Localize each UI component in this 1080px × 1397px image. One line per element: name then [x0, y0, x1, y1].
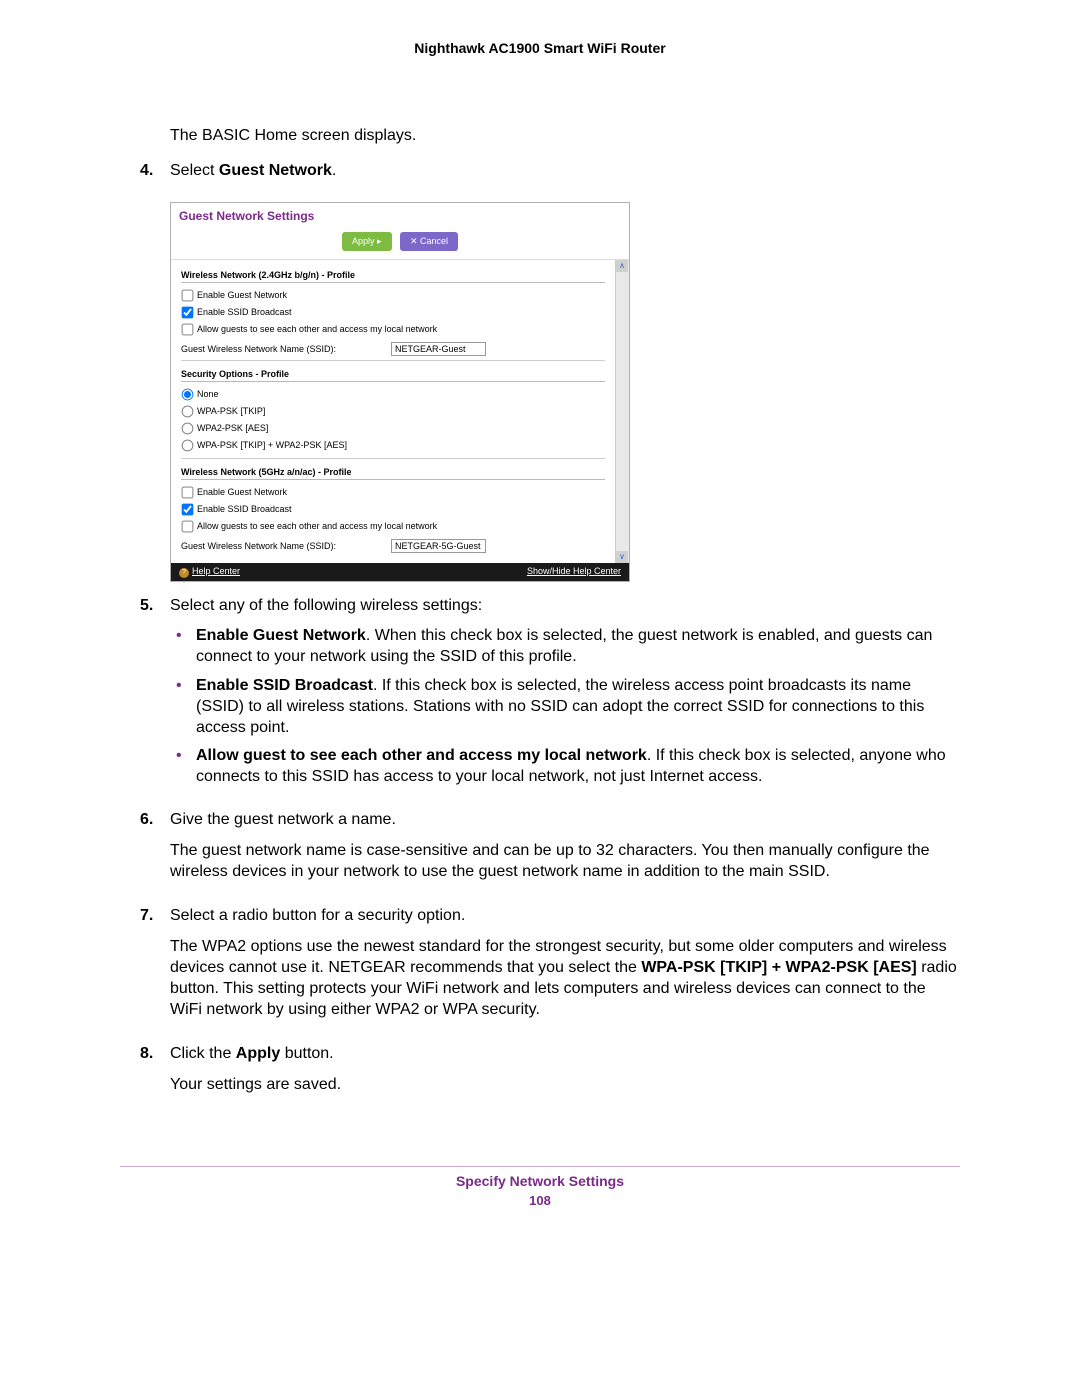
footer-section: Specify Network Settings	[120, 1173, 960, 1189]
security-none-radio[interactable]	[182, 388, 194, 400]
allow-guests-24-checkbox[interactable]	[182, 323, 194, 335]
step-6-text1: Give the guest network a name.	[170, 810, 960, 831]
section-5ghz-header: Wireless Network (5GHz a/n/ac) - Profile	[181, 463, 605, 480]
intro-line: The BASIC Home screen displays.	[170, 126, 960, 147]
scroll-up-icon[interactable]: ∧	[616, 260, 628, 272]
step-7: 7. Select a radio button for a security …	[120, 906, 960, 1030]
step-5-num: 5.	[140, 596, 170, 796]
security-wpa2-aes-label: WPA2-PSK [AES]	[197, 422, 268, 432]
enable-ssid-24-label: Enable SSID Broadcast	[197, 306, 292, 316]
step-6: 6. Give the guest network a name. The gu…	[120, 810, 960, 892]
step-7-p2bold: WPA-PSK [TKIP] + WPA2-PSK [AES]	[641, 959, 916, 976]
enable-ssid-5-checkbox[interactable]	[182, 503, 194, 515]
help-icon: ?	[179, 568, 189, 578]
scr-title: Guest Network Settings	[171, 203, 629, 229]
enable-guest-5-checkbox[interactable]	[182, 486, 194, 498]
bullet-enable-guest-bold: Enable Guest Network	[196, 627, 366, 644]
ssid-5-input[interactable]	[391, 539, 486, 553]
cancel-button[interactable]: ✕ Cancel	[400, 232, 458, 251]
security-wpa2-aes-radio[interactable]	[182, 422, 194, 434]
security-wpa-mix-radio[interactable]	[182, 439, 194, 451]
page-header-title: Nighthawk AC1900 Smart WiFi Router	[120, 40, 960, 56]
step-7-text1: Select a radio button for a security opt…	[170, 906, 960, 927]
allow-guests-5-label: Allow guests to see each other and acces…	[197, 520, 437, 530]
step-8-pre: Click the	[170, 1045, 236, 1062]
scroll-down-icon[interactable]: ∨	[616, 551, 628, 563]
bullet-enable-ssid-bold: Enable SSID Broadcast	[196, 677, 373, 694]
ssid-24-label: Guest Wireless Network Name (SSID):	[181, 344, 391, 354]
allow-guests-24-label: Allow guests to see each other and acces…	[197, 323, 437, 333]
step-6-text2: The guest network name is case-sensitive…	[170, 841, 960, 883]
step-8-post: button.	[280, 1045, 333, 1062]
section-24ghz-header: Wireless Network (2.4GHz b/g/n) - Profil…	[181, 266, 605, 283]
footer-page: 108	[120, 1193, 960, 1208]
step-5-text: Select any of the following wireless set…	[170, 596, 960, 617]
step-6-num: 6.	[140, 810, 170, 892]
enable-ssid-5-label: Enable SSID Broadcast	[197, 503, 292, 513]
step-8: 8. Click the Apply button. Your settings…	[120, 1044, 960, 1106]
ssid-24-input[interactable]	[391, 342, 486, 356]
bullet-enable-guest: Enable Guest Network. When this check bo…	[170, 626, 960, 668]
bullet-allow-guests-bold: Allow guest to see each other and access…	[196, 747, 647, 764]
apply-button[interactable]: Apply ▸	[342, 232, 392, 251]
step-4: 4. Select Guest Network.	[120, 161, 960, 192]
security-wpa-tkip-radio[interactable]	[182, 405, 194, 417]
security-wpa-tkip-label: WPA-PSK [TKIP]	[197, 405, 265, 415]
bullet-allow-guests: Allow guest to see each other and access…	[170, 746, 960, 788]
step-5: 5. Select any of the following wireless …	[120, 596, 960, 796]
step-4-num: 4.	[140, 161, 170, 192]
step-8-text2: Your settings are saved.	[170, 1075, 960, 1096]
footer-rule	[120, 1166, 960, 1167]
allow-guests-5-checkbox[interactable]	[182, 520, 194, 532]
enable-guest-24-label: Enable Guest Network	[197, 289, 287, 299]
step-4-post: .	[332, 162, 336, 179]
enable-guest-24-checkbox[interactable]	[182, 289, 194, 301]
security-none-label: None	[197, 388, 219, 398]
step-7-num: 7.	[140, 906, 170, 1030]
step-8-bold: Apply	[236, 1045, 280, 1062]
help-center-link[interactable]: Help Center	[192, 566, 240, 576]
scrollbar[interactable]: ∧ ∨	[615, 260, 629, 563]
step-4-pre: Select	[170, 162, 219, 179]
enable-guest-5-label: Enable Guest Network	[197, 486, 287, 496]
bullet-enable-ssid: Enable SSID Broadcast. If this check box…	[170, 676, 960, 738]
security-header: Security Options - Profile	[181, 365, 605, 382]
ssid-5-label: Guest Wireless Network Name (SSID):	[181, 541, 391, 551]
step-4-bold: Guest Network	[219, 162, 332, 179]
step-8-num: 8.	[140, 1044, 170, 1106]
enable-ssid-24-checkbox[interactable]	[182, 306, 194, 318]
guest-network-screenshot: Guest Network Settings Apply ▸ ✕ Cancel …	[170, 202, 630, 582]
security-wpa-mix-label: WPA-PSK [TKIP] + WPA2-PSK [AES]	[197, 439, 347, 449]
show-hide-help-link[interactable]: Show/Hide Help Center	[527, 566, 621, 578]
